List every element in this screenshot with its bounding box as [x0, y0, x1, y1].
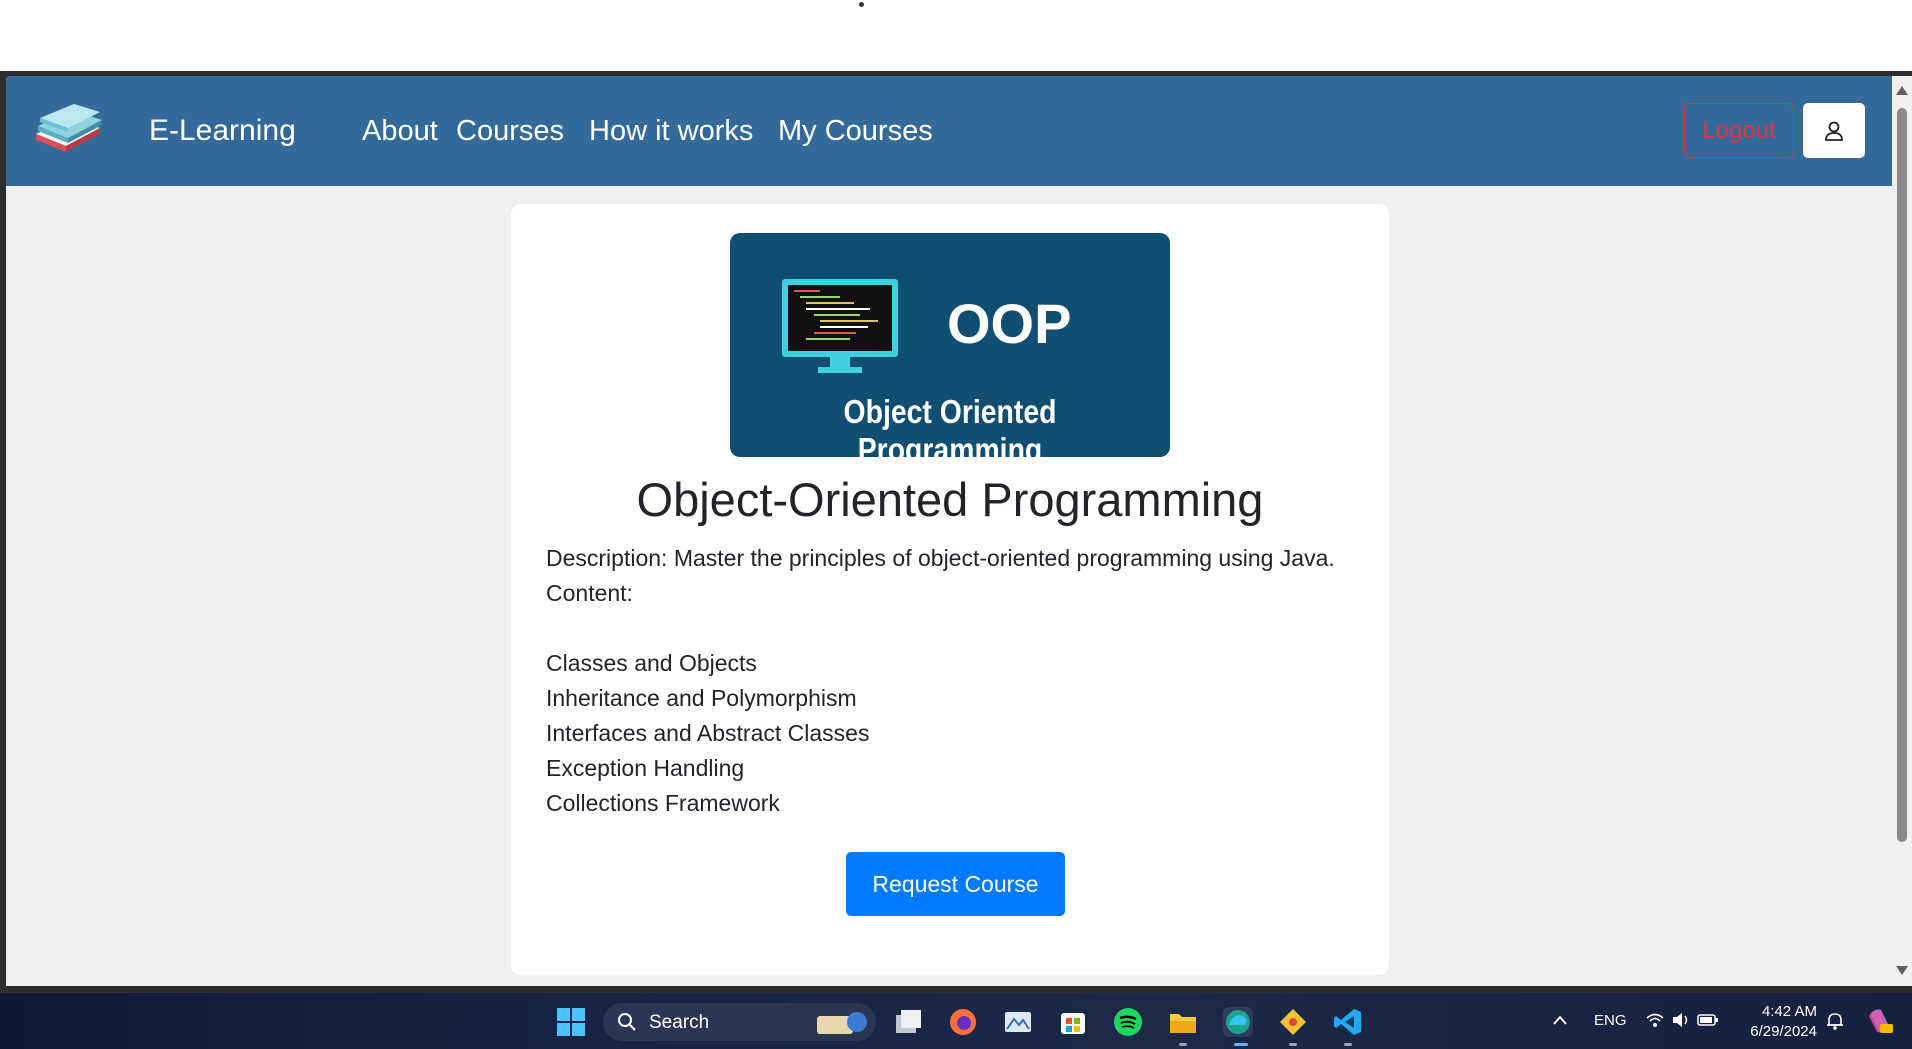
task-view-icon[interactable]: [893, 1007, 923, 1037]
topic-list-item: Collections Framework: [546, 790, 780, 816]
banner-title: OOP: [947, 292, 1072, 355]
course-banner: OOP Object Oriented Programming: [730, 233, 1170, 468]
scroll-up-icon[interactable]: [1896, 86, 1908, 95]
topic-list-item: Interfaces and Abstract Classes: [546, 720, 870, 746]
topic-list-item: Exception Handling: [546, 755, 745, 781]
indicator-dot: [859, 2, 864, 7]
content-label: Content:: [546, 580, 633, 606]
notification-bell-icon[interactable]: [1826, 1011, 1844, 1031]
edge-icon[interactable]: [1223, 1007, 1253, 1037]
git-icon[interactable]: [1278, 1007, 1308, 1037]
clock-time[interactable]: 4:42 AM: [1761, 1003, 1817, 1020]
request-course-button[interactable]: Request Course: [846, 852, 1065, 916]
battery-icon[interactable]: [1697, 1012, 1719, 1028]
nav-link-how-it-works[interactable]: How it works: [589, 115, 753, 148]
nav-link-my-courses[interactable]: My Courses: [778, 115, 933, 148]
search-highlight-icon: [817, 1012, 867, 1034]
clock-date[interactable]: 6/29/2024: [1745, 1023, 1817, 1040]
topic-list-item: Inheritance and Polymorphism: [546, 685, 857, 711]
books-logo-icon[interactable]: [30, 98, 106, 158]
file-explorer-icon[interactable]: [1168, 1007, 1198, 1037]
nav-link-about[interactable]: About: [362, 115, 438, 148]
active-indicator: [1234, 1043, 1248, 1046]
course-description: Description: Master the principles of ob…: [546, 545, 1335, 571]
copilot-icon[interactable]: [1865, 1006, 1895, 1036]
banner-subtitle: Object Oriented Programming: [843, 393, 1057, 468]
firefox-icon[interactable]: [948, 1007, 978, 1037]
volume-icon[interactable]: [1671, 1011, 1691, 1029]
language-indicator[interactable]: ENG: [1594, 1012, 1627, 1029]
running-indicator: [1344, 1043, 1352, 1046]
nav-link-courses[interactable]: Courses: [456, 115, 564, 148]
page-viewport: E-Learning About Courses How it works My…: [6, 76, 1892, 986]
start-icon[interactable]: [556, 1007, 586, 1037]
spotify-icon[interactable]: [1113, 1007, 1143, 1037]
search-icon: [618, 1013, 636, 1031]
taskbar-search[interactable]: Search: [603, 1003, 876, 1041]
wifi-icon[interactable]: [1645, 1011, 1665, 1029]
search-label: Search: [649, 1012, 710, 1033]
taskbar: Search ENG 4:42 AM 6/29/2024: [0, 993, 1912, 1049]
chevron-up-icon[interactable]: [1553, 1015, 1567, 1025]
course-title: Object-Oriented Programming: [636, 473, 1264, 526]
store-icon[interactable]: [1058, 1007, 1088, 1037]
page-scrollbar[interactable]: [1892, 76, 1912, 986]
topic-list-item: Classes and Objects: [546, 650, 757, 676]
logout-button[interactable]: Logout: [1684, 103, 1794, 158]
top-strip: [0, 0, 1912, 71]
brand-name[interactable]: E-Learning: [149, 114, 296, 148]
running-indicator: [1289, 1043, 1297, 1046]
photos-icon[interactable]: [1003, 1007, 1033, 1037]
course-card: OOP Object Oriented Programming Object-O…: [511, 204, 1389, 975]
scroll-thumb[interactable]: [1897, 108, 1907, 842]
user-icon: [1825, 121, 1843, 141]
navbar: E-Learning About Courses How it works My…: [6, 76, 1892, 186]
running-indicator: [1179, 1043, 1187, 1046]
scroll-down-icon[interactable]: [1896, 966, 1908, 975]
profile-button[interactable]: [1803, 103, 1865, 158]
code-monitor-icon: [782, 279, 898, 373]
vscode-icon[interactable]: [1333, 1007, 1363, 1037]
